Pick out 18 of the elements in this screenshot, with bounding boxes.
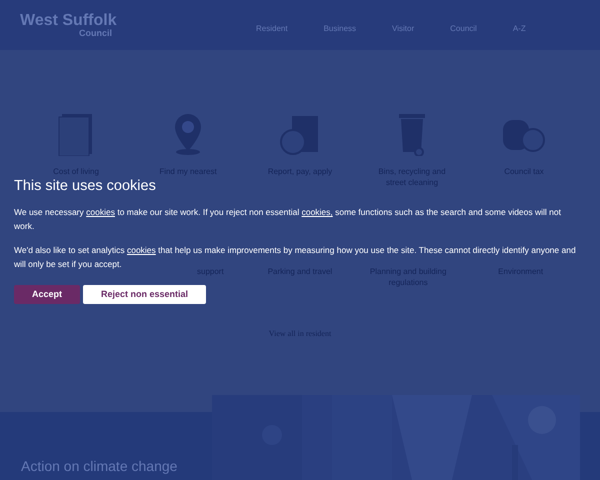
nav-link[interactable]: Business (324, 23, 356, 35)
cookie-text: We'd also like to set analytics cookies that help us make improvements by measuring how you use the site. These cannot directly identify anyone and will only be set if you accept. (14, 244, 577, 269)
nav-link[interactable]: Visitor (392, 23, 414, 35)
wheelie-bin-icon (397, 114, 427, 156)
cookie-text: We use necessary cookies to make our site work. If you reject non essential cookies, some functions such as the search and some videos will not work. (14, 206, 562, 233)
feature-title: Action on climate change (21, 457, 178, 476)
cookies-link[interactable]: cookies, (302, 207, 333, 217)
location-pin-icon (172, 114, 204, 156)
accept-button[interactable]: Accept (14, 285, 80, 304)
nav-link[interactable]: Council (450, 23, 477, 35)
clipboard-coin-icon (280, 114, 320, 156)
cookies-link[interactable]: cookies (86, 207, 115, 217)
nav-link[interactable]: Resident (256, 23, 288, 35)
cookies-link[interactable]: cookies (126, 245, 156, 255)
logo[interactable]: West Suffolk Council (20, 12, 120, 38)
reject-button[interactable]: Reject non essential (83, 285, 206, 304)
nav-link[interactable]: A-Z (512, 23, 526, 35)
cookie-banner-title: This site uses cookies (14, 177, 156, 195)
